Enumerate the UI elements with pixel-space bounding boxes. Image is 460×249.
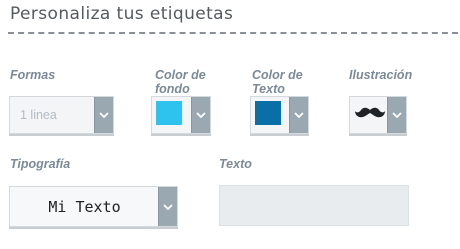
ilustracion-select[interactable] xyxy=(349,96,407,134)
color-texto-select[interactable] xyxy=(250,96,309,134)
tipografia-label: Tipografía xyxy=(10,157,71,171)
tipografia-select[interactable]: Mi Texto xyxy=(9,186,178,227)
chevron-down-icon[interactable] xyxy=(158,187,177,226)
texto-label: Texto xyxy=(219,157,252,171)
tipografia-select-value: Mi Texto xyxy=(48,197,121,216)
color-fondo-select[interactable] xyxy=(151,96,211,134)
title-divider xyxy=(8,32,458,34)
chevron-down-icon[interactable] xyxy=(191,97,210,133)
chevron-down-icon[interactable] xyxy=(289,97,308,133)
chevron-down-icon[interactable] xyxy=(94,97,113,133)
color-texto-label: Color de Texto xyxy=(252,68,303,96)
color-texto-swatch xyxy=(255,101,281,125)
mustache-icon xyxy=(354,105,386,126)
color-fondo-label: Color de fondo xyxy=(155,68,206,96)
formas-label: Formas xyxy=(10,68,56,82)
formas-select-value: 1 linea xyxy=(20,108,57,122)
formas-select[interactable]: 1 linea xyxy=(9,96,114,134)
color-fondo-swatch xyxy=(156,101,182,125)
page-title: Personaliza tus etiquetas xyxy=(10,4,234,24)
texto-input[interactable] xyxy=(219,185,409,226)
ilustracion-label: Ilustración xyxy=(349,68,413,82)
chevron-down-icon[interactable] xyxy=(387,97,406,133)
